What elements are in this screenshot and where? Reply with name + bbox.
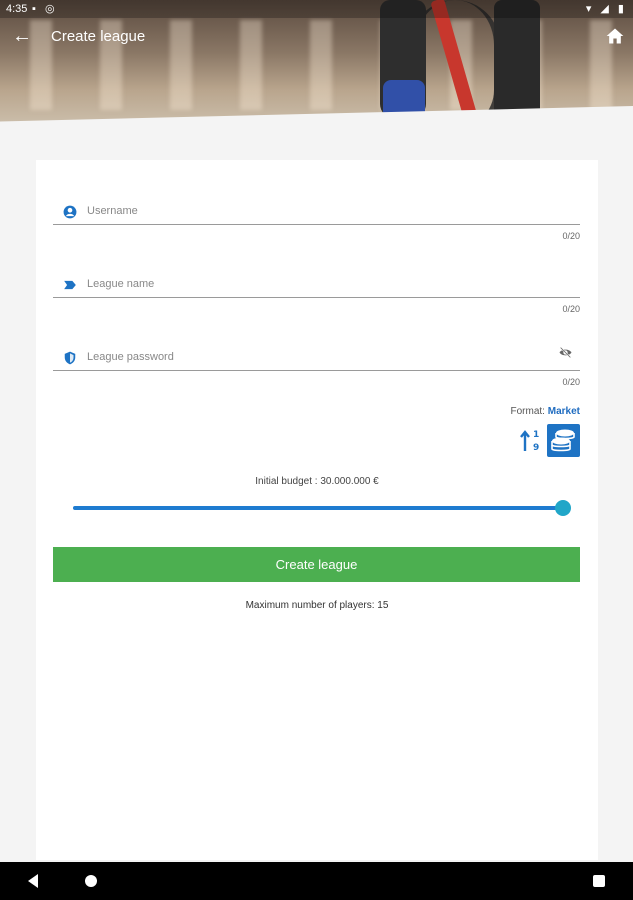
page-title: Create league [51, 28, 146, 45]
arrow-back-icon[interactable]: ← [10, 24, 34, 48]
max-players-text: Maximum number of players: 15 [245, 600, 389, 611]
format-indicator: Format: Market [511, 406, 580, 417]
coins-stack-icon[interactable] [547, 424, 580, 457]
eye-off-icon[interactable] [559, 346, 572, 359]
nav-recents-icon[interactable] [593, 875, 605, 887]
league-password-placeholder: League password [87, 351, 174, 363]
status-bar: 4:35 ▪ ◎ ▾ ◢ ▮ [0, 0, 633, 18]
username-counter: 0/20 [562, 231, 580, 241]
app-bar: ← Create league [0, 18, 633, 58]
svg-text:9: 9 [533, 443, 539, 453]
budget-slider[interactable] [73, 500, 571, 516]
format-value[interactable]: Market [548, 406, 580, 417]
league-name-placeholder: League name [87, 278, 155, 290]
nav-home-icon[interactable] [85, 875, 97, 887]
system-navigation-bar [0, 862, 633, 900]
system-icons: ▾ ◢ ▮ [585, 3, 627, 15]
user-circle-icon [63, 205, 77, 219]
budget-slider-thumb[interactable] [555, 500, 571, 516]
sort-numeric-icon[interactable]: 1 9 [518, 427, 544, 453]
label-tag-icon [64, 280, 76, 290]
nav-back-icon[interactable] [28, 874, 38, 888]
format-label: Format: [510, 406, 545, 417]
create-league-form: Username 0/20 League name 0/20 League pa… [36, 160, 598, 860]
status-time: 4:35 [6, 3, 28, 15]
league-name-counter: 0/20 [562, 304, 580, 314]
initial-budget-label: Initial budget : 30.000.000 € [255, 476, 379, 487]
username-placeholder: Username [87, 205, 138, 217]
svg-text:1: 1 [533, 430, 539, 440]
create-league-button[interactable]: Create league [53, 547, 580, 582]
home-icon[interactable] [605, 26, 625, 46]
league-password-counter: 0/20 [562, 377, 580, 387]
shield-icon [64, 351, 76, 365]
notification-icons: ▪ ◎ [32, 3, 58, 15]
